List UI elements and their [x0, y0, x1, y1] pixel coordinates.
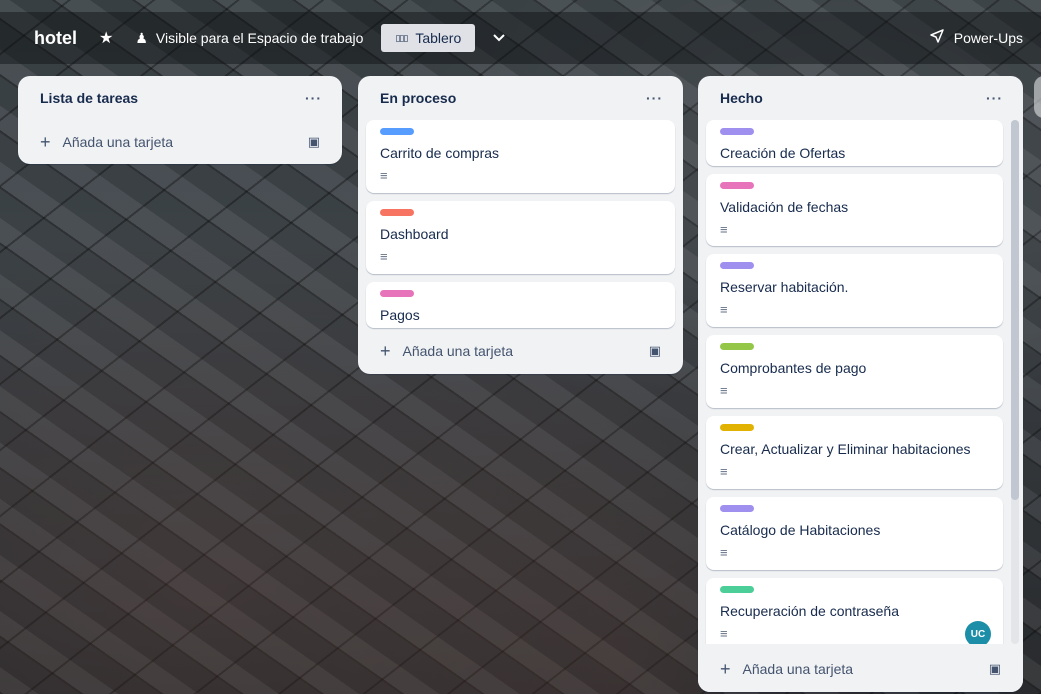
- list-header[interactable]: Lista de tareas ···: [18, 76, 342, 120]
- card-label[interactable]: [720, 128, 754, 135]
- description-icon: ≡: [720, 464, 728, 479]
- card[interactable]: Comprobantes de pago ≡: [706, 335, 1003, 408]
- plus-icon: +: [720, 658, 731, 679]
- list-menu-icon[interactable]: ···: [646, 90, 663, 106]
- add-card-label: Añada una tarjeta: [62, 134, 174, 150]
- card[interactable]: Crear, Actualizar y Eliminar habitacione…: [706, 416, 1003, 489]
- card-label[interactable]: [720, 343, 754, 350]
- rocket-icon: [930, 29, 944, 47]
- visibility-button[interactable]: ♟ Visible para el Espacio de trabajo: [135, 30, 363, 47]
- card-title: Carrito de compras: [380, 145, 500, 161]
- add-card-button[interactable]: + Añada una tarjeta: [40, 132, 173, 153]
- board-title[interactable]: hotel: [34, 28, 77, 49]
- star-icon[interactable]: ★: [99, 28, 113, 48]
- card-template-icon[interactable]: ▣: [649, 343, 661, 359]
- description-icon: ≡: [720, 222, 728, 237]
- description-icon: ≡: [720, 302, 728, 317]
- card-label[interactable]: [720, 586, 754, 593]
- board-icon: ▯▯▯: [395, 32, 408, 43]
- card-title: Catálogo de Habitaciones: [720, 522, 881, 538]
- list-scrollbar[interactable]: [1011, 120, 1019, 644]
- description-icon: ≡: [720, 545, 728, 560]
- card[interactable]: Reservar habitación. ≡: [706, 254, 1003, 327]
- add-card-label: Añada una tarjeta: [742, 661, 854, 677]
- list-hecho: Hecho ··· Creación de Ofertas Validación…: [698, 76, 1023, 692]
- card[interactable]: Recuperación de contraseña ≡ UC: [706, 578, 1003, 644]
- view-switch-button[interactable]: ▯▯▯ Tablero: [381, 24, 476, 52]
- power-ups-label: Power-Ups: [953, 30, 1023, 46]
- card-title: Comprobantes de pago: [720, 360, 867, 376]
- card-title: Creación de Ofertas: [720, 145, 846, 161]
- scrollbar-thumb[interactable]: [1011, 120, 1019, 500]
- card-title: Validación de fechas: [720, 199, 849, 215]
- card-label[interactable]: [720, 182, 754, 189]
- card-label[interactable]: [380, 209, 414, 216]
- card-label[interactable]: [720, 505, 754, 512]
- add-card-button[interactable]: + Añada una tarjeta: [720, 659, 853, 680]
- card-title: Dashboard: [380, 226, 449, 242]
- card-template-icon[interactable]: ▣: [989, 661, 1001, 677]
- card-title: Pagos: [380, 307, 420, 323]
- people-icon: ♟: [135, 29, 148, 46]
- plus-icon: +: [40, 131, 51, 152]
- card[interactable]: Dashboard ≡: [366, 201, 675, 274]
- add-list-button[interactable]: [1034, 76, 1041, 118]
- list-en-proceso: En proceso ··· Carrito de compras ≡ Dash…: [358, 76, 683, 374]
- card[interactable]: Catálogo de Habitaciones ≡: [706, 497, 1003, 570]
- card[interactable]: Carrito de compras ≡: [366, 120, 675, 193]
- card[interactable]: Validación de fechas ≡: [706, 174, 1003, 246]
- card-list: Carrito de compras ≡ Dashboard ≡ Pagos: [358, 120, 683, 328]
- view-label: Tablero: [415, 30, 462, 46]
- list-title[interactable]: Lista de tareas: [40, 90, 138, 106]
- card[interactable]: Creación de Ofertas: [706, 120, 1003, 166]
- list-menu-icon[interactable]: ···: [986, 90, 1003, 106]
- list-menu-icon[interactable]: ···: [305, 90, 322, 106]
- add-card-button[interactable]: + Añada una tarjeta: [380, 341, 513, 362]
- card-list: Creación de Ofertas Validación de fechas…: [698, 120, 1023, 644]
- add-card-row: + Añada una tarjeta ▣: [18, 120, 342, 164]
- board-header: hotel ★ ♟ Visible para el Espacio de tra…: [0, 12, 1041, 64]
- list-header[interactable]: Hecho ···: [698, 76, 1023, 120]
- card-title: Recuperación de contraseña: [720, 603, 900, 619]
- list-lista-de-tareas: Lista de tareas ··· + Añada una tarjeta …: [18, 76, 342, 164]
- card-label[interactable]: [380, 290, 414, 297]
- plus-icon: +: [380, 340, 391, 361]
- card-title: Reservar habitación.: [720, 279, 849, 295]
- description-icon: ≡: [720, 626, 728, 641]
- card-template-icon[interactable]: ▣: [308, 134, 320, 150]
- card[interactable]: Pagos: [366, 282, 675, 328]
- description-icon: ≡: [720, 383, 728, 398]
- member-avatar[interactable]: UC: [965, 621, 991, 644]
- card-label[interactable]: [380, 128, 414, 135]
- add-card-row: + Añada una tarjeta ▣: [358, 328, 683, 374]
- list-header[interactable]: En proceso ···: [358, 76, 683, 120]
- power-ups-button[interactable]: Power-Ups: [930, 29, 1023, 47]
- description-icon: ≡: [380, 249, 388, 264]
- card-title: Crear, Actualizar y Eliminar habitacione…: [720, 441, 971, 457]
- list-title[interactable]: Hecho: [720, 90, 763, 106]
- list-title[interactable]: En proceso: [380, 90, 456, 106]
- add-card-label: Añada una tarjeta: [402, 343, 514, 359]
- add-card-row: + Añada una tarjeta ▣: [698, 646, 1023, 692]
- card-label[interactable]: [720, 424, 754, 431]
- visibility-label: Visible para el Espacio de trabajo: [155, 30, 364, 46]
- description-icon: ≡: [380, 168, 388, 183]
- chevron-down-icon[interactable]: [489, 28, 509, 48]
- card-label[interactable]: [720, 262, 754, 269]
